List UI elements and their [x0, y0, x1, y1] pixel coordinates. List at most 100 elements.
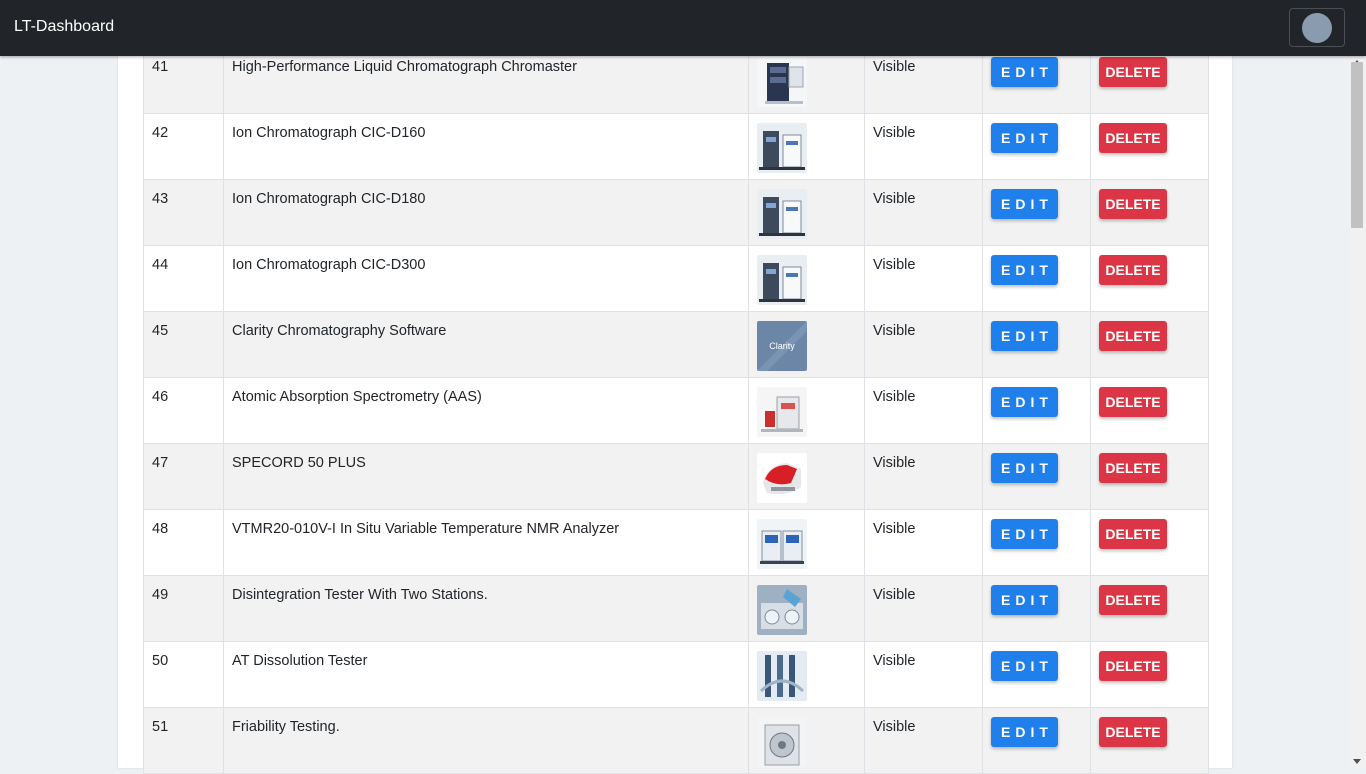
nmr-analyzer-image — [757, 519, 807, 569]
row-id: 42 — [152, 125, 169, 141]
spectrometer-image — [757, 387, 807, 437]
row-delete-cell: DELETE — [1090, 575, 1209, 642]
row-image-cell: Clarity — [748, 311, 865, 378]
edit-button[interactable]: EDIT — [991, 123, 1058, 153]
row-id-cell: 49 — [143, 575, 224, 642]
row-delete-cell: DELETE — [1090, 47, 1209, 114]
delete-button[interactable]: DELETE — [1099, 321, 1167, 351]
row-edit-cell: EDIT — [982, 113, 1091, 180]
row-edit-cell: EDIT — [982, 575, 1091, 642]
product-name: Friability Testing. — [232, 719, 340, 735]
hplc-instrument-image — [757, 57, 807, 107]
row-name-cell: Friability Testing. — [223, 707, 749, 774]
row-image-cell — [748, 179, 865, 246]
delete-button[interactable]: DELETE — [1099, 519, 1167, 549]
row-image-cell — [748, 443, 865, 510]
visibility-status: Visible — [873, 257, 916, 273]
row-delete-cell: DELETE — [1090, 509, 1209, 576]
table-row: 49 Disintegration Tester With Two Statio… — [143, 575, 1209, 642]
delete-button[interactable]: DELETE — [1099, 387, 1167, 417]
row-image-cell — [748, 245, 865, 312]
row-id: 51 — [152, 719, 169, 735]
row-image-cell — [748, 377, 865, 444]
row-name-cell: Disintegration Tester With Two Stations. — [223, 575, 749, 642]
table-row: 42 Ion Chromatograph CIC-D160 Visible ED… — [143, 113, 1209, 180]
edit-button[interactable]: EDIT — [991, 57, 1058, 87]
row-name-cell: Ion Chromatograph CIC-D300 — [223, 245, 749, 312]
product-name: SPECORD 50 PLUS — [232, 455, 366, 471]
row-edit-cell: EDIT — [982, 47, 1091, 114]
spectrophotometer-image — [757, 453, 807, 503]
edit-button[interactable]: EDIT — [991, 189, 1058, 219]
row-name-cell: Atomic Absorption Spectrometry (AAS) — [223, 377, 749, 444]
row-id: 50 — [152, 653, 169, 669]
product-name: Ion Chromatograph CIC-D300 — [232, 257, 426, 273]
delete-button[interactable]: DELETE — [1099, 453, 1167, 483]
edit-button[interactable]: EDIT — [991, 585, 1058, 615]
delete-button[interactable]: DELETE — [1099, 717, 1167, 747]
row-id-cell: 45 — [143, 311, 224, 378]
friability-tester-image — [757, 717, 807, 767]
row-edit-cell: EDIT — [982, 509, 1091, 576]
row-delete-cell: DELETE — [1090, 641, 1209, 708]
row-id: 48 — [152, 521, 169, 537]
row-name-cell: SPECORD 50 PLUS — [223, 443, 749, 510]
ion-chromatograph-image — [757, 189, 807, 239]
row-status-cell: Visible — [864, 509, 983, 576]
disintegration-tester-image — [757, 585, 807, 635]
edit-button[interactable]: EDIT — [991, 387, 1058, 417]
row-name-cell: AT Dissolution Tester — [223, 641, 749, 708]
row-id-cell: 48 — [143, 509, 224, 576]
row-status-cell: Visible — [864, 443, 983, 510]
row-edit-cell: EDIT — [982, 245, 1091, 312]
row-status-cell: Visible — [864, 311, 983, 378]
row-id: 44 — [152, 257, 169, 273]
row-id-cell: 44 — [143, 245, 224, 312]
product-name: Atomic Absorption Spectrometry (AAS) — [232, 389, 482, 405]
row-id-cell: 47 — [143, 443, 224, 510]
user-menu-button[interactable] — [1289, 8, 1345, 47]
delete-button[interactable]: DELETE — [1099, 585, 1167, 615]
edit-button[interactable]: EDIT — [991, 321, 1058, 351]
table-row: 45 Clarity Chromatography Software Clari… — [143, 311, 1209, 378]
delete-button[interactable]: DELETE — [1099, 255, 1167, 285]
row-edit-cell: EDIT — [982, 377, 1091, 444]
edit-button[interactable]: EDIT — [991, 453, 1058, 483]
delete-button[interactable]: DELETE — [1099, 189, 1167, 219]
row-delete-cell: DELETE — [1090, 707, 1209, 774]
row-name-cell: Ion Chromatograph CIC-D180 — [223, 179, 749, 246]
product-name: Ion Chromatograph CIC-D160 — [232, 125, 426, 141]
row-status-cell: Visible — [864, 113, 983, 180]
row-delete-cell: DELETE — [1090, 113, 1209, 180]
edit-button[interactable]: EDIT — [991, 651, 1058, 681]
table-row: 47 SPECORD 50 PLUS Visible EDIT DELETE — [143, 443, 1209, 510]
edit-button[interactable]: EDIT — [991, 519, 1058, 549]
table-row: 43 Ion Chromatograph CIC-D180 Visible ED… — [143, 179, 1209, 246]
row-status-cell: Visible — [864, 377, 983, 444]
visibility-status: Visible — [873, 521, 916, 537]
row-image-cell — [748, 47, 865, 114]
delete-button[interactable]: DELETE — [1099, 123, 1167, 153]
row-delete-cell: DELETE — [1090, 311, 1209, 378]
row-id-cell: 41 — [143, 47, 224, 114]
scrollbar-thumb[interactable] — [1351, 62, 1363, 228]
row-edit-cell: EDIT — [982, 707, 1091, 774]
delete-button[interactable]: DELETE — [1099, 651, 1167, 681]
brand-title[interactable]: LT-Dashboard — [14, 18, 114, 36]
row-id: 47 — [152, 455, 169, 471]
row-status-cell: Visible — [864, 707, 983, 774]
row-name-cell: Clarity Chromatography Software — [223, 311, 749, 378]
row-id-cell: 46 — [143, 377, 224, 444]
edit-button[interactable]: EDIT — [991, 255, 1058, 285]
row-edit-cell: EDIT — [982, 179, 1091, 246]
delete-button[interactable]: DELETE — [1099, 57, 1167, 87]
scroll-down-arrow-icon[interactable] — [1353, 759, 1361, 764]
top-navbar: LT-Dashboard — [0, 0, 1366, 56]
page-scrollbar[interactable] — [1349, 56, 1366, 768]
row-id: 46 — [152, 389, 169, 405]
row-name-cell: High-Performance Liquid Chromatograph Ch… — [223, 47, 749, 114]
row-id-cell: 50 — [143, 641, 224, 708]
table-row: 51 Friability Testing. Visible EDIT DELE… — [143, 707, 1209, 774]
edit-button[interactable]: EDIT — [991, 717, 1058, 747]
visibility-status: Visible — [873, 389, 916, 405]
